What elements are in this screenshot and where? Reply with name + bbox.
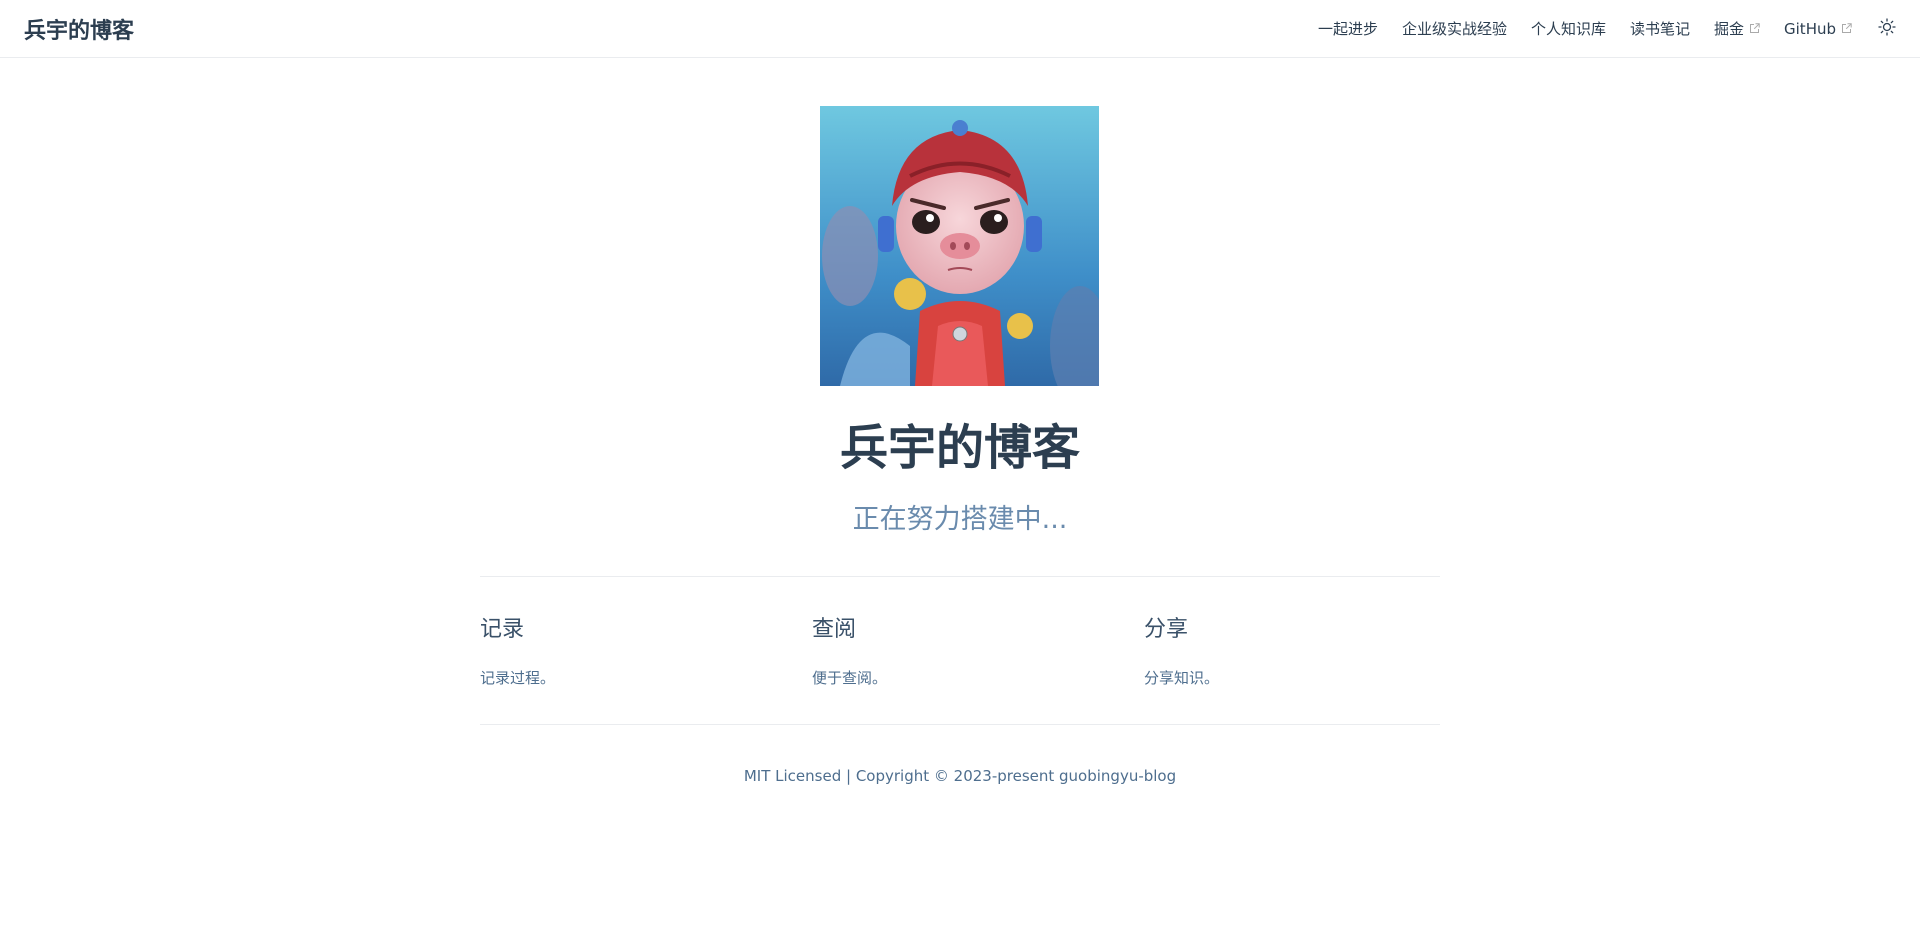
navbar: 兵宇的博客 一起进步 企业级实战经验 个人知识库 读书笔记 掘金 GitHub <box>0 0 1920 58</box>
nav-link-enterprise[interactable]: 企业级实战经验 <box>1402 18 1507 39</box>
feature-lookup: 查阅 便于查阅。 <box>812 608 1108 690</box>
nav-link-progress[interactable]: 一起进步 <box>1318 18 1378 39</box>
footer-divider <box>480 724 1440 725</box>
sun-icon <box>1878 17 1896 40</box>
nav-link-knowledge[interactable]: 个人知识库 <box>1531 18 1606 39</box>
nav-link-label: 读书笔记 <box>1629 20 1690 38</box>
site-name-link[interactable]: 兵宇的博客 <box>24 13 134 45</box>
footer: MIT Licensed | Copyright © 2023-present … <box>743 767 1177 785</box>
nav-links: 一起进步 企业级实战经验 个人知识库 读书笔记 掘金 GitHub <box>1294 17 1896 40</box>
nav-link-github[interactable]: GitHub <box>1784 20 1852 38</box>
feature-title: 记录 <box>480 617 525 642</box>
nav-link-juejin[interactable]: 掘金 <box>1714 18 1760 39</box>
external-link-icon <box>1749 23 1760 34</box>
nav-link-label: 掘金 <box>1714 20 1745 38</box>
nav-link-label: 个人知识库 <box>1530 20 1606 38</box>
hero-image <box>820 106 1099 386</box>
hero-description: 正在努力搭建中... <box>852 504 1068 535</box>
features: 记录 记录过程。 查阅 便于查阅。 分享 分享知识。 <box>480 608 1440 690</box>
external-link-icon <box>1841 23 1852 34</box>
feature-details: 记录过程。 <box>480 669 556 687</box>
feature-title: 查阅 <box>812 617 857 642</box>
feature-share: 分享 分享知识。 <box>1144 608 1440 690</box>
nav-link-label: 企业级实战经验 <box>1401 20 1507 38</box>
nav-link-label: GitHub <box>1784 19 1836 38</box>
feature-record: 记录 记录过程。 <box>480 608 776 690</box>
feature-title: 分享 <box>1144 617 1189 642</box>
hero-title: 兵宇的博客 <box>839 420 1080 476</box>
nav-link-label: 一起进步 <box>1317 20 1378 38</box>
features-divider-top <box>480 576 1440 577</box>
nav-link-reading-notes[interactable]: 读书笔记 <box>1630 18 1690 39</box>
theme-toggle-button[interactable] <box>1878 17 1896 40</box>
feature-details: 分享知识。 <box>1144 669 1220 687</box>
feature-details: 便于查阅。 <box>812 669 888 687</box>
